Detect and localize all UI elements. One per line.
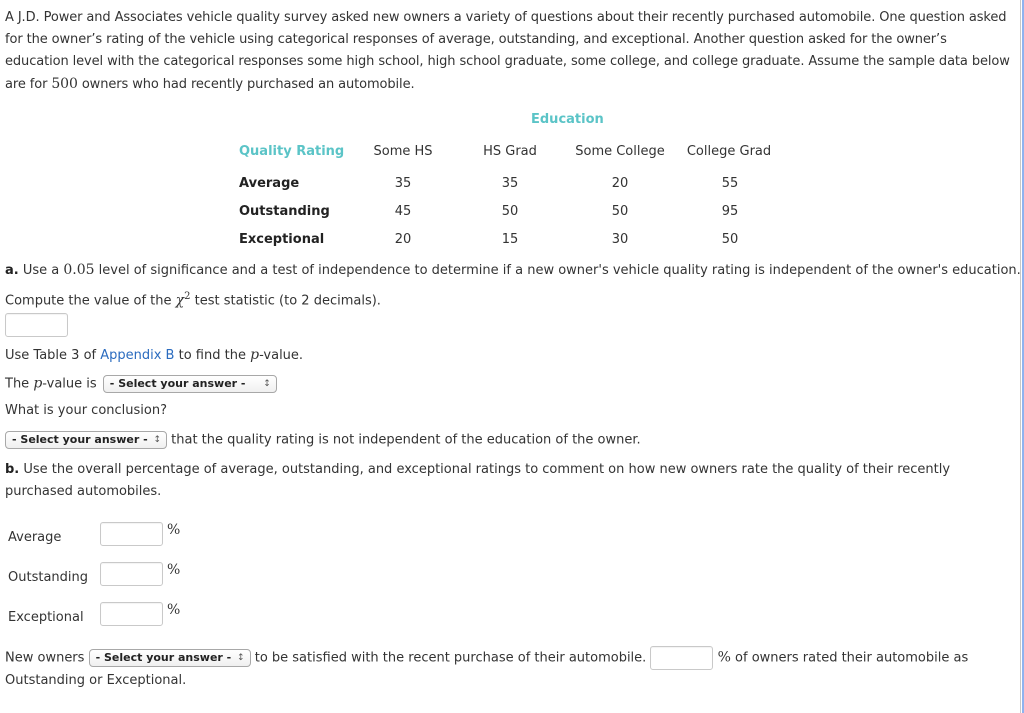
pvalue-text: The	[5, 376, 34, 392]
select-arrows-icon: ↕	[263, 379, 271, 389]
select-arrows-icon: ↕	[237, 653, 245, 663]
instruction-text: -value.	[259, 348, 304, 363]
scroll-divider	[1020, 0, 1021, 713]
table-cell: 20	[611, 176, 629, 191]
conclusion-text: that the quality rating is not independe…	[171, 432, 641, 448]
part-a-label: a.	[5, 263, 19, 278]
table-cell: 45	[394, 204, 412, 219]
outstanding-percent-input[interactable]	[100, 562, 163, 586]
row-header: Average	[239, 176, 300, 191]
column-header: Some College	[575, 144, 665, 159]
instruction-text: Use Table 3 of	[5, 348, 101, 363]
average-percent-input[interactable]	[100, 522, 163, 546]
table-cell: 95	[721, 204, 739, 219]
percent-sign: %	[167, 602, 181, 618]
percent-sign: %	[167, 522, 181, 538]
select-arrows-icon: ↕	[153, 435, 161, 445]
conclusion-row: - Select your answer - ↕ that the qualit…	[5, 431, 641, 449]
percentage-rows: Average % Outstanding % Exceptional %	[0, 520, 300, 630]
column-header: HS Grad	[483, 144, 537, 159]
conclusion-select-value: - Select your answer -	[12, 433, 148, 446]
quality-rating-header: Quality Rating	[239, 144, 345, 159]
table-cell: 15	[501, 232, 519, 247]
final-text: to be satisfied with the recent purchase…	[254, 650, 647, 666]
table-cell: 30	[611, 232, 629, 247]
part-a-text: Use a	[18, 263, 64, 278]
compute-text: Compute the value of the	[5, 293, 176, 309]
average-label: Average	[8, 530, 62, 545]
conclusion-question: What is your conclusion?	[5, 403, 167, 418]
final-text: of owners rated their automobile as	[735, 650, 969, 666]
outstanding-exceptional-percent-input[interactable]	[650, 646, 714, 670]
satisfaction-select-value: - Select your answer -	[95, 651, 232, 664]
education-header: Education	[531, 112, 604, 127]
part-a-text: level of significance and a test of inde…	[94, 263, 1021, 278]
compute-text: test statistic (to 2 decimals).	[190, 293, 381, 309]
table-cell: 35	[394, 176, 412, 191]
alpha-value: 0.05	[63, 262, 95, 278]
final-sentence: New owners - Select your answer - ↕ to b…	[5, 646, 968, 670]
row-header: Outstanding	[239, 204, 330, 219]
column-header: Some HS	[373, 144, 433, 159]
pvalue-select[interactable]: - Select your answer - ↕	[102, 375, 277, 393]
exceptional-label: Exceptional	[8, 610, 84, 625]
percent-sign: %	[717, 649, 731, 666]
chi-symbol: χ	[175, 292, 185, 309]
exceptional-percent-input[interactable]	[100, 602, 163, 626]
final-text: New owners	[5, 650, 85, 666]
table-cell: 35	[501, 176, 519, 191]
table-cell: 20	[394, 232, 412, 247]
part-b-label: b.	[5, 462, 20, 477]
pvalue-text: -value is	[42, 376, 97, 392]
part-b-prompt: b. Use the overall percentage of average…	[5, 459, 995, 503]
p-symbol: p	[250, 347, 260, 363]
pvalue-select-value: - Select your answer -	[109, 377, 246, 390]
table-cell: 50	[721, 232, 739, 247]
table-cell: 50	[501, 204, 519, 219]
row-header: Exceptional	[239, 232, 325, 247]
column-header: College Grad	[686, 144, 772, 159]
pvalue-row: The p-value is - Select your answer - ↕	[5, 375, 277, 393]
chi-square-prompt: Compute the value of the χ2 test statist…	[5, 291, 381, 308]
final-text-continued: Outstanding or Exceptional.	[5, 673, 187, 688]
table-cell: 55	[721, 176, 739, 191]
contingency-table: Education Quality Rating Some HS HS Grad…	[5, 0, 1015, 260]
part-a-prompt: a. Use a 0.05 level of significance and …	[5, 262, 1021, 278]
appendix-b-link[interactable]: Appendix B	[100, 348, 174, 363]
instruction-text: to find the	[174, 348, 251, 363]
chi-square-input[interactable]	[5, 313, 68, 337]
p-symbol: p	[33, 375, 43, 392]
conclusion-select[interactable]: - Select your answer - ↕	[5, 431, 167, 449]
outstanding-label: Outstanding	[8, 570, 88, 585]
percent-sign: %	[167, 562, 181, 578]
table-instruction: Use Table 3 of Appendix B to find the p-…	[5, 347, 303, 363]
satisfaction-select[interactable]: - Select your answer - ↕	[88, 649, 251, 667]
part-b-text: Use the overall percentage of average, o…	[5, 462, 951, 499]
table-cell: 50	[611, 204, 629, 219]
